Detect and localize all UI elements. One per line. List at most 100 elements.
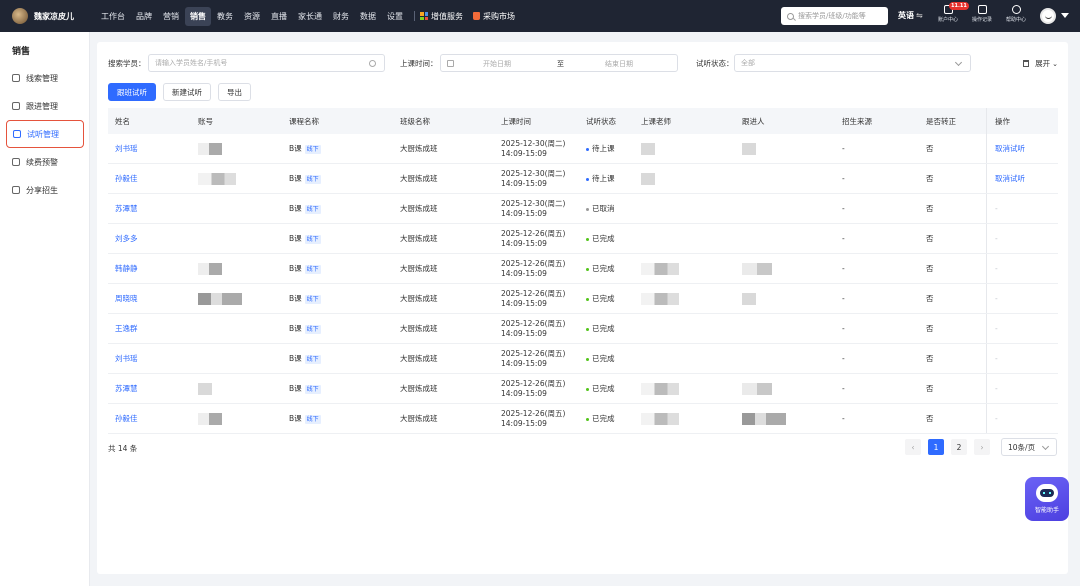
nav-item-settings[interactable]: 设置 — [382, 7, 408, 26]
student-name-link[interactable]: 刘书瑶 — [115, 144, 138, 153]
teacher-redacted — [641, 412, 679, 425]
action-empty: - — [995, 384, 998, 393]
sidebar-item-trial[interactable]: 试听管理 — [6, 120, 84, 148]
nav-item-academic[interactable]: 教务 — [212, 7, 238, 26]
sidebar-item-label: 分享招生 — [26, 185, 58, 195]
start-date[interactable]: 开始日期 — [483, 59, 511, 69]
sidebar-title: 销售 — [12, 47, 31, 57]
student-name-link[interactable]: 周晓晓 — [115, 294, 138, 303]
sidebar-item-renewal[interactable]: 续费预警 — [0, 148, 89, 176]
cancel-trial-link[interactable]: 取消试听 — [995, 173, 1025, 184]
class-name: 大厨炼成班 — [400, 264, 438, 273]
student-name-link[interactable]: 苏潭慧 — [115, 384, 138, 393]
student-name-link[interactable]: 孙毅佳 — [115, 414, 138, 423]
next-page-button[interactable]: › — [974, 439, 990, 455]
enroll-source: - — [842, 204, 845, 213]
page-size-select[interactable]: 10条/页 — [1001, 438, 1057, 456]
help-center[interactable]: 帮助中心 — [1003, 5, 1029, 23]
course-name: B课 — [289, 354, 302, 363]
col-status: 试听状态 — [586, 116, 616, 126]
end-date[interactable]: 结束日期 — [605, 59, 633, 69]
user-avatar[interactable] — [1040, 8, 1056, 24]
enroll-source: - — [842, 324, 845, 333]
action-empty: - — [995, 414, 998, 423]
table-row: 刘书瑶 B课 线下 大厨炼成班 2025-12-30(周二) 14:09-15:09 待上课… — [108, 134, 1058, 164]
language-switcher[interactable]: 英语 ⇋ — [898, 10, 923, 21]
course-name: B课 — [289, 204, 302, 213]
student-name-link[interactable]: 孙毅佳 — [115, 174, 138, 183]
class-name: 大厨炼成班 — [400, 204, 438, 213]
student-name-link[interactable]: 王逸群 — [115, 324, 138, 333]
student-search-input[interactable] — [155, 59, 355, 67]
table-row: 刘多多 B课 线下 大厨炼成班 2025-12-26(周五) 14:09-15:09 已完成… — [108, 224, 1058, 254]
cancel-trial-link[interactable]: 取消试听 — [995, 143, 1025, 154]
export-button[interactable]: 导出 — [218, 83, 251, 101]
date-range-picker[interactable]: 开始日期 至 结束日期 — [440, 54, 678, 72]
operation-log[interactable]: 操作记录 — [969, 5, 995, 23]
nav-item-sales[interactable]: 销售 — [185, 6, 211, 26]
nav-item-parents[interactable]: 家长通 — [293, 7, 327, 26]
nav-item-brand[interactable]: 品牌 — [131, 7, 157, 26]
col-follower: 跟进人 — [742, 116, 765, 126]
status-dot — [586, 237, 589, 241]
class-name: 大厨炼成班 — [400, 294, 438, 303]
share-icon — [12, 186, 20, 194]
nav-item-live[interactable]: 直播 — [266, 7, 292, 26]
course-mode-tag: 线下 — [304, 415, 321, 424]
status-select[interactable]: 全部 — [734, 54, 971, 72]
account-center[interactable]: 11.11 账户中心 — [935, 2, 969, 23]
follow-trial-button[interactable]: 跟班试听 — [108, 83, 156, 101]
trial-status: 已完成 — [592, 234, 615, 243]
nav-item-data[interactable]: 数据 — [355, 7, 381, 26]
smart-assistant-button[interactable]: 智能助手 — [1025, 477, 1069, 521]
new-trial-button[interactable]: 新建试听 — [163, 83, 211, 101]
filter-icon — [1023, 60, 1030, 67]
account-redacted — [198, 262, 222, 275]
page-2-button[interactable]: 2 — [951, 439, 967, 455]
brand[interactable]: 魏家凉皮儿 — [12, 8, 96, 24]
nav-market[interactable]: 采购市场 — [473, 11, 515, 22]
expand-toggle[interactable]: 展开 ⌄ — [1023, 58, 1058, 69]
nav-item-resources[interactable]: 资源 — [239, 7, 265, 26]
prev-page-button[interactable]: ‹ — [905, 439, 921, 455]
leads-icon — [12, 74, 20, 82]
student-search[interactable] — [148, 54, 385, 72]
sidebar-item-share[interactable]: 分享招生 — [0, 176, 89, 204]
help-center-label: 帮助中心 — [1005, 17, 1026, 23]
nav-item-finance[interactable]: 财务 — [328, 7, 354, 26]
sidebar-item-followup[interactable]: 跟进管理 — [0, 92, 89, 120]
chevron-down-icon[interactable] — [1061, 13, 1069, 18]
is-converted: 否 — [926, 294, 934, 303]
bell-icon — [12, 158, 20, 166]
follower-redacted — [742, 292, 756, 305]
col-convert: 是否转正 — [926, 116, 956, 126]
nav-value-added[interactable]: 增值服务 — [420, 11, 463, 22]
status-dot — [586, 387, 589, 391]
trial-status: 已完成 — [592, 384, 615, 393]
nav-item-marketing[interactable]: 营销 — [158, 7, 184, 26]
nav-item-workbench[interactable]: 工作台 — [96, 7, 130, 26]
page-1-button[interactable]: 1 — [928, 439, 944, 455]
class-name: 大厨炼成班 — [400, 384, 438, 393]
global-search[interactable] — [781, 7, 888, 25]
global-search-input[interactable] — [798, 12, 884, 20]
course-mode-tag: 线下 — [304, 385, 321, 394]
operation-log-label: 操作记录 — [971, 17, 992, 23]
student-name-link[interactable]: 刘书瑶 — [115, 354, 138, 363]
follower-redacted — [742, 142, 756, 155]
student-name-link[interactable]: 刘多多 — [115, 234, 138, 243]
account-redacted — [198, 172, 236, 185]
account-badge: 11.11 — [949, 2, 969, 10]
class-date: 2025-12-26(周五) — [501, 408, 566, 418]
enroll-source: - — [842, 264, 845, 273]
student-name-link[interactable]: 苏潭慧 — [115, 204, 138, 213]
table-row: 孙毅佳 B课 线下 大厨炼成班 2025-12-26(周五) 14:09-15:09 已完成… — [108, 404, 1058, 434]
class-date: 2025-12-30(周二) — [501, 138, 566, 148]
course-name: B课 — [289, 294, 302, 303]
language-label: 英语 — [898, 11, 914, 20]
col-name: 姓名 — [115, 116, 130, 126]
sidebar-item-leads[interactable]: 线索管理 — [0, 64, 89, 92]
status-dot — [586, 357, 589, 361]
student-name-link[interactable]: 韩静静 — [115, 264, 138, 273]
account-redacted — [198, 412, 222, 425]
